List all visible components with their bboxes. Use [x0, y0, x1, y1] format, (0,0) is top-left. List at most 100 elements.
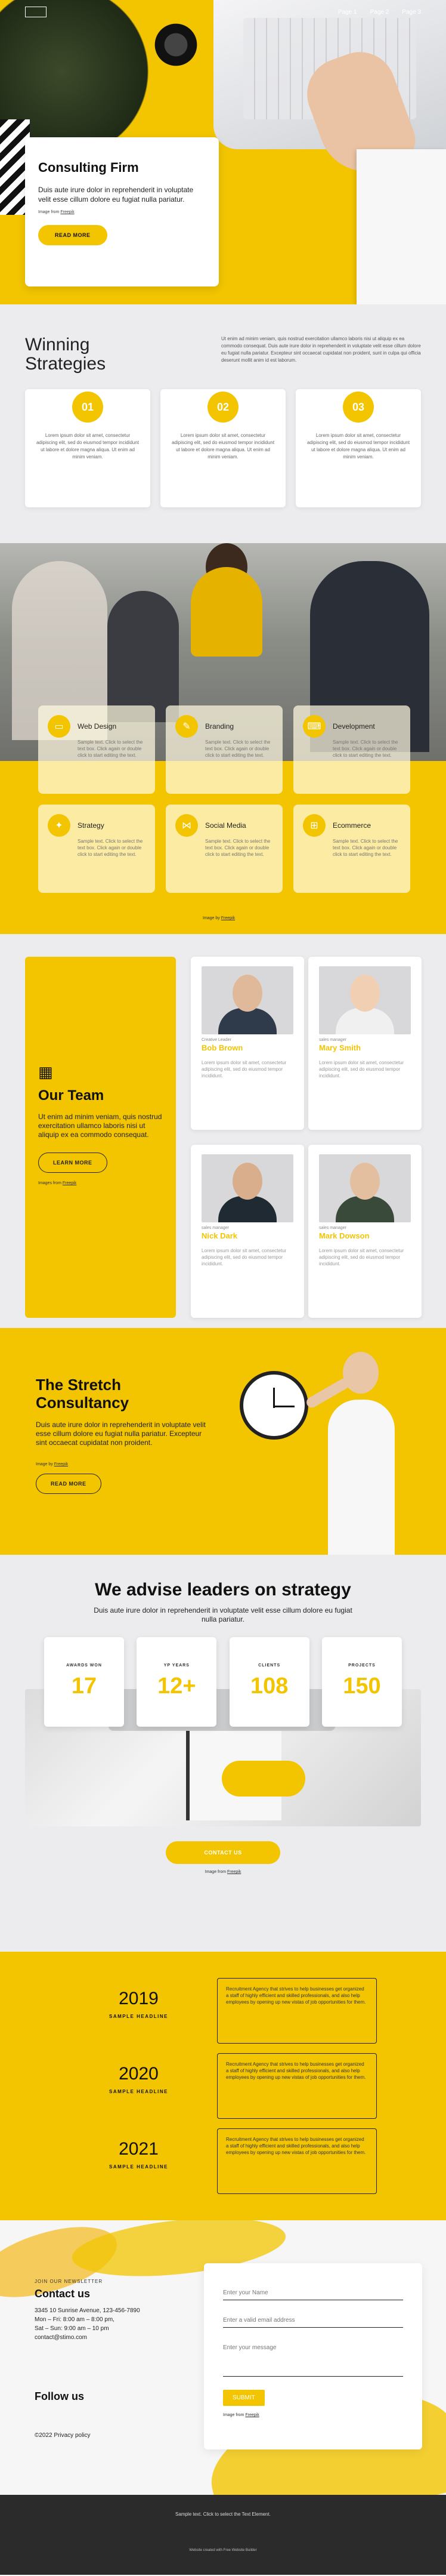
building-icon: ▦: [38, 1063, 53, 1081]
member-role: Creative Leader: [202, 1038, 231, 1042]
credit-link[interactable]: Freepik: [54, 1462, 68, 1466]
nav-item-page-1[interactable]: Page 1: [338, 9, 357, 16]
monitor-icon: ▭: [48, 715, 70, 738]
nav-item-page-3[interactable]: Page 3: [402, 9, 421, 16]
learn-more-button[interactable]: LEARN MORE: [38, 1153, 107, 1173]
timeline-headline: SAMPLE HEADLINE: [109, 2164, 168, 2170]
hero-text: Duis aute irure dolor in reprehenderit i…: [38, 186, 194, 204]
contact-section: JOIN OUR NEWSLETTER Contact us 3345 10 S…: [0, 2220, 446, 2495]
notepad-image: [357, 149, 446, 304]
timeline-year: 2021: [119, 2139, 159, 2159]
strategy-number: 02: [207, 392, 239, 423]
hero-card: Consulting Firm Duis aute irure dolor in…: [25, 137, 219, 286]
message-field[interactable]: [223, 2341, 403, 2377]
nav-item-page-2[interactable]: Page 2: [370, 9, 389, 16]
advise-title: We advise leaders on strategy: [95, 1580, 351, 1600]
strategy-card: 01 Lorem ipsum dolor sit amet, consectet…: [25, 389, 150, 507]
member-name: Mary Smith: [319, 1043, 361, 1052]
stretch-title: The Stretch Consultancy: [36, 1376, 129, 1412]
timeline-text: Recruitment Agency that strives to help …: [217, 1978, 377, 2044]
credit-link[interactable]: Freepik: [63, 1181, 76, 1185]
hero-read-more-button[interactable]: READ MORE: [38, 225, 107, 245]
stat-value: 108: [250, 1674, 289, 1699]
page: Page 1 Page 2 Page 3 Consulting Firm Dui…: [0, 0, 446, 2575]
submit-button[interactable]: SUBMIT: [223, 2390, 265, 2406]
strategy-number: 03: [343, 392, 374, 423]
stat-label: PROJECTS: [348, 1663, 376, 1668]
team-text: Ut enim ad minim veniam, quis nostrud ex…: [38, 1113, 162, 1139]
service-card-ecommerce: ⊞ Ecommerce Sample text. Click to select …: [293, 805, 410, 893]
timeline-year: 2019: [119, 1989, 159, 2008]
follow-us-title: Follow us: [35, 2390, 84, 2402]
services-grid: ▭ Web Design Sample text. Click to select…: [38, 705, 410, 893]
builder-badge[interactable]: Website created with Free Website Builde…: [0, 2549, 446, 2552]
member-role: sales manager: [319, 1038, 346, 1042]
strategy-card: 03 Lorem ipsum dolor sit amet, consectet…: [296, 389, 421, 507]
logo[interactable]: [25, 7, 47, 17]
email-link[interactable]: contact@stimo.com: [35, 2333, 140, 2342]
credit-link[interactable]: Freepik: [227, 1870, 241, 1874]
nav-menu: Page 1 Page 2 Page 3: [338, 9, 421, 16]
advise-credit: Image from Freepik: [205, 1870, 241, 1874]
woman-holding-clock-image: [304, 1348, 411, 1555]
credit-link[interactable]: Freepik: [245, 2413, 259, 2417]
cart-icon: ⊞: [303, 814, 326, 837]
stretch-section: The Stretch Consultancy Duis aute irure d…: [0, 1328, 446, 1555]
strategies-title: Winning Strategies: [25, 335, 106, 374]
palette-icon: ✎: [175, 715, 198, 738]
member-bio: Lorem ipsum dolor sit amet, consectetur …: [319, 1248, 404, 1267]
hours-weekday: Mon – Fri: 8:00 am – 8:00 pm,: [35, 2316, 114, 2323]
strategies-text: Ut enim ad minim veniam, quis nostrud ex…: [221, 336, 421, 363]
form-credit: Image from Freepik: [223, 2413, 259, 2417]
newsletter-label: JOIN OUR NEWSLETTER: [35, 2279, 103, 2284]
lightbulb-icon: ✦: [48, 814, 70, 837]
service-title: Branding: [205, 722, 234, 731]
service-card-social-media: ⋈ Social Media Sample text. Click to sele…: [166, 805, 283, 893]
privacy-policy-link[interactable]: ©2022 Privacy policy: [35, 2432, 91, 2439]
member-bio: Lorem ipsum dolor sit amet, consectetur …: [202, 1248, 287, 1267]
timeline-year: 2020: [119, 2064, 159, 2084]
stretch-credit: Image by Freepik: [36, 1462, 69, 1466]
service-text: Sample text. Click to select the text bo…: [333, 739, 398, 758]
contact-us-button[interactable]: CONTACT US: [166, 1841, 280, 1864]
service-title: Social Media: [205, 821, 246, 830]
member-role: sales manager: [319, 1226, 346, 1230]
hero-section: Consulting Firm Duis aute irure dolor in…: [0, 0, 446, 304]
address: 3345 10 Sunrise Avenue, 123-456-7890: [35, 2307, 140, 2314]
team-title: Our Team: [38, 1087, 104, 1104]
contact-info: JOIN OUR NEWSLETTER Contact us 3345 10 S…: [35, 2279, 140, 2342]
service-title: Strategy: [78, 821, 104, 830]
team-member-card: Creative Leader Bob Brown Lorem ipsum do…: [191, 957, 304, 1130]
avatar: [202, 966, 293, 1034]
strategy-card-text: Lorem ipsum dolor sit amet, consectetur …: [171, 433, 275, 460]
service-text: Sample text. Click to select the text bo…: [78, 839, 143, 857]
stat-card: PROJECTS 150: [321, 1637, 402, 1727]
advise-text: Duis aute irure dolor in reprehenderit i…: [94, 1606, 352, 1623]
service-text: Sample text. Click to select the text bo…: [205, 839, 271, 857]
stat-card: AWARDS WON 17: [44, 1637, 124, 1727]
timeline-text: Recruitment Agency that strives to help …: [217, 2053, 377, 2119]
timeline-section: 2019 SAMPLE HEADLINE Recruitment Agency …: [0, 1952, 446, 2220]
hero-title: Consulting Firm: [38, 160, 139, 175]
footer: Sample text. Click to select the Text El…: [0, 2495, 446, 2575]
credit-link[interactable]: Freepik: [221, 916, 235, 920]
avatar: [319, 966, 411, 1034]
avatar: [202, 1154, 293, 1222]
stat-value: 17: [71, 1674, 97, 1699]
team-member-card: sales manager Mark Dowson Lorem ipsum do…: [308, 1145, 422, 1318]
name-field[interactable]: [223, 2286, 403, 2300]
stat-value: 150: [343, 1674, 381, 1699]
stat-label: CLIENTS: [258, 1663, 281, 1668]
top-bar: Page 1 Page 2 Page 3: [0, 0, 446, 24]
stat-value: 12+: [157, 1674, 196, 1699]
hours-weekend: Sat – Sun: 9:00 am – 10 pm: [35, 2325, 109, 2332]
service-title: Web Design: [78, 722, 117, 731]
contact-title: Contact us: [35, 2288, 91, 2300]
service-text: Sample text. Click to select the text bo…: [205, 739, 271, 758]
credit-link[interactable]: Freepik: [60, 210, 74, 214]
member-name: Bob Brown: [202, 1043, 243, 1052]
service-title: Development: [333, 722, 375, 731]
stretch-read-more-button[interactable]: READ MORE: [36, 1474, 101, 1494]
footer-text: Sample text. Click to select the Text El…: [175, 2512, 271, 2517]
email-field[interactable]: [223, 2313, 403, 2328]
